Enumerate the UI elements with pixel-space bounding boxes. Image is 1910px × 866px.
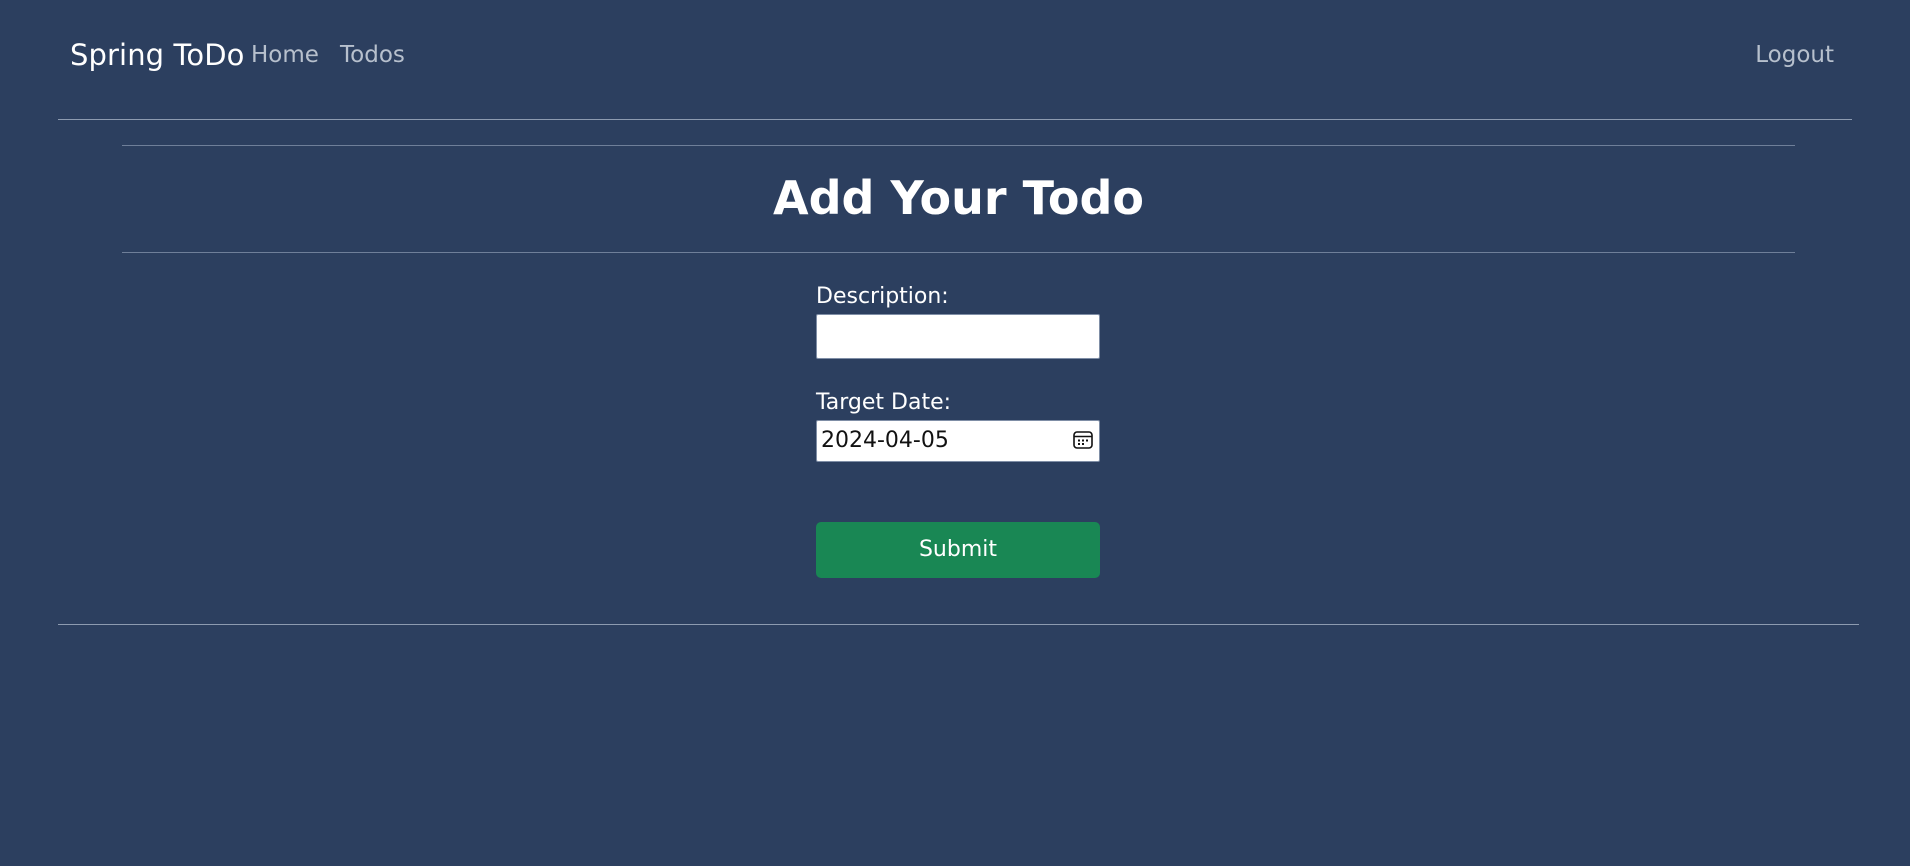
- title-divider-top: [122, 145, 1795, 146]
- page-title: Add Your Todo: [772, 171, 1144, 225]
- navbar: Spring ToDo Home Todos Logout: [58, 0, 1852, 120]
- brand-link[interactable]: Spring ToDo: [70, 37, 245, 73]
- description-label: Description:: [816, 284, 949, 309]
- target-date-field: 2024-04-05: [816, 420, 1100, 462]
- title-divider-bottom: [122, 252, 1795, 253]
- logout-link[interactable]: Logout: [1755, 41, 1834, 69]
- add-todo-form: Description: Target Date: 2024-04-05 Sub…: [816, 280, 1100, 578]
- nav-link-home[interactable]: Home: [251, 41, 319, 69]
- footer-divider: [58, 624, 1859, 625]
- nav-link-todos[interactable]: Todos: [340, 41, 405, 69]
- page-root: Spring ToDo Home Todos Logout Add Your T…: [0, 0, 1910, 866]
- calendar-icon[interactable]: [1072, 429, 1094, 451]
- description-input[interactable]: [816, 314, 1100, 359]
- target-date-label: Target Date:: [816, 390, 952, 415]
- target-date-input[interactable]: 2024-04-05: [816, 420, 1100, 462]
- submit-button[interactable]: Submit: [816, 522, 1100, 578]
